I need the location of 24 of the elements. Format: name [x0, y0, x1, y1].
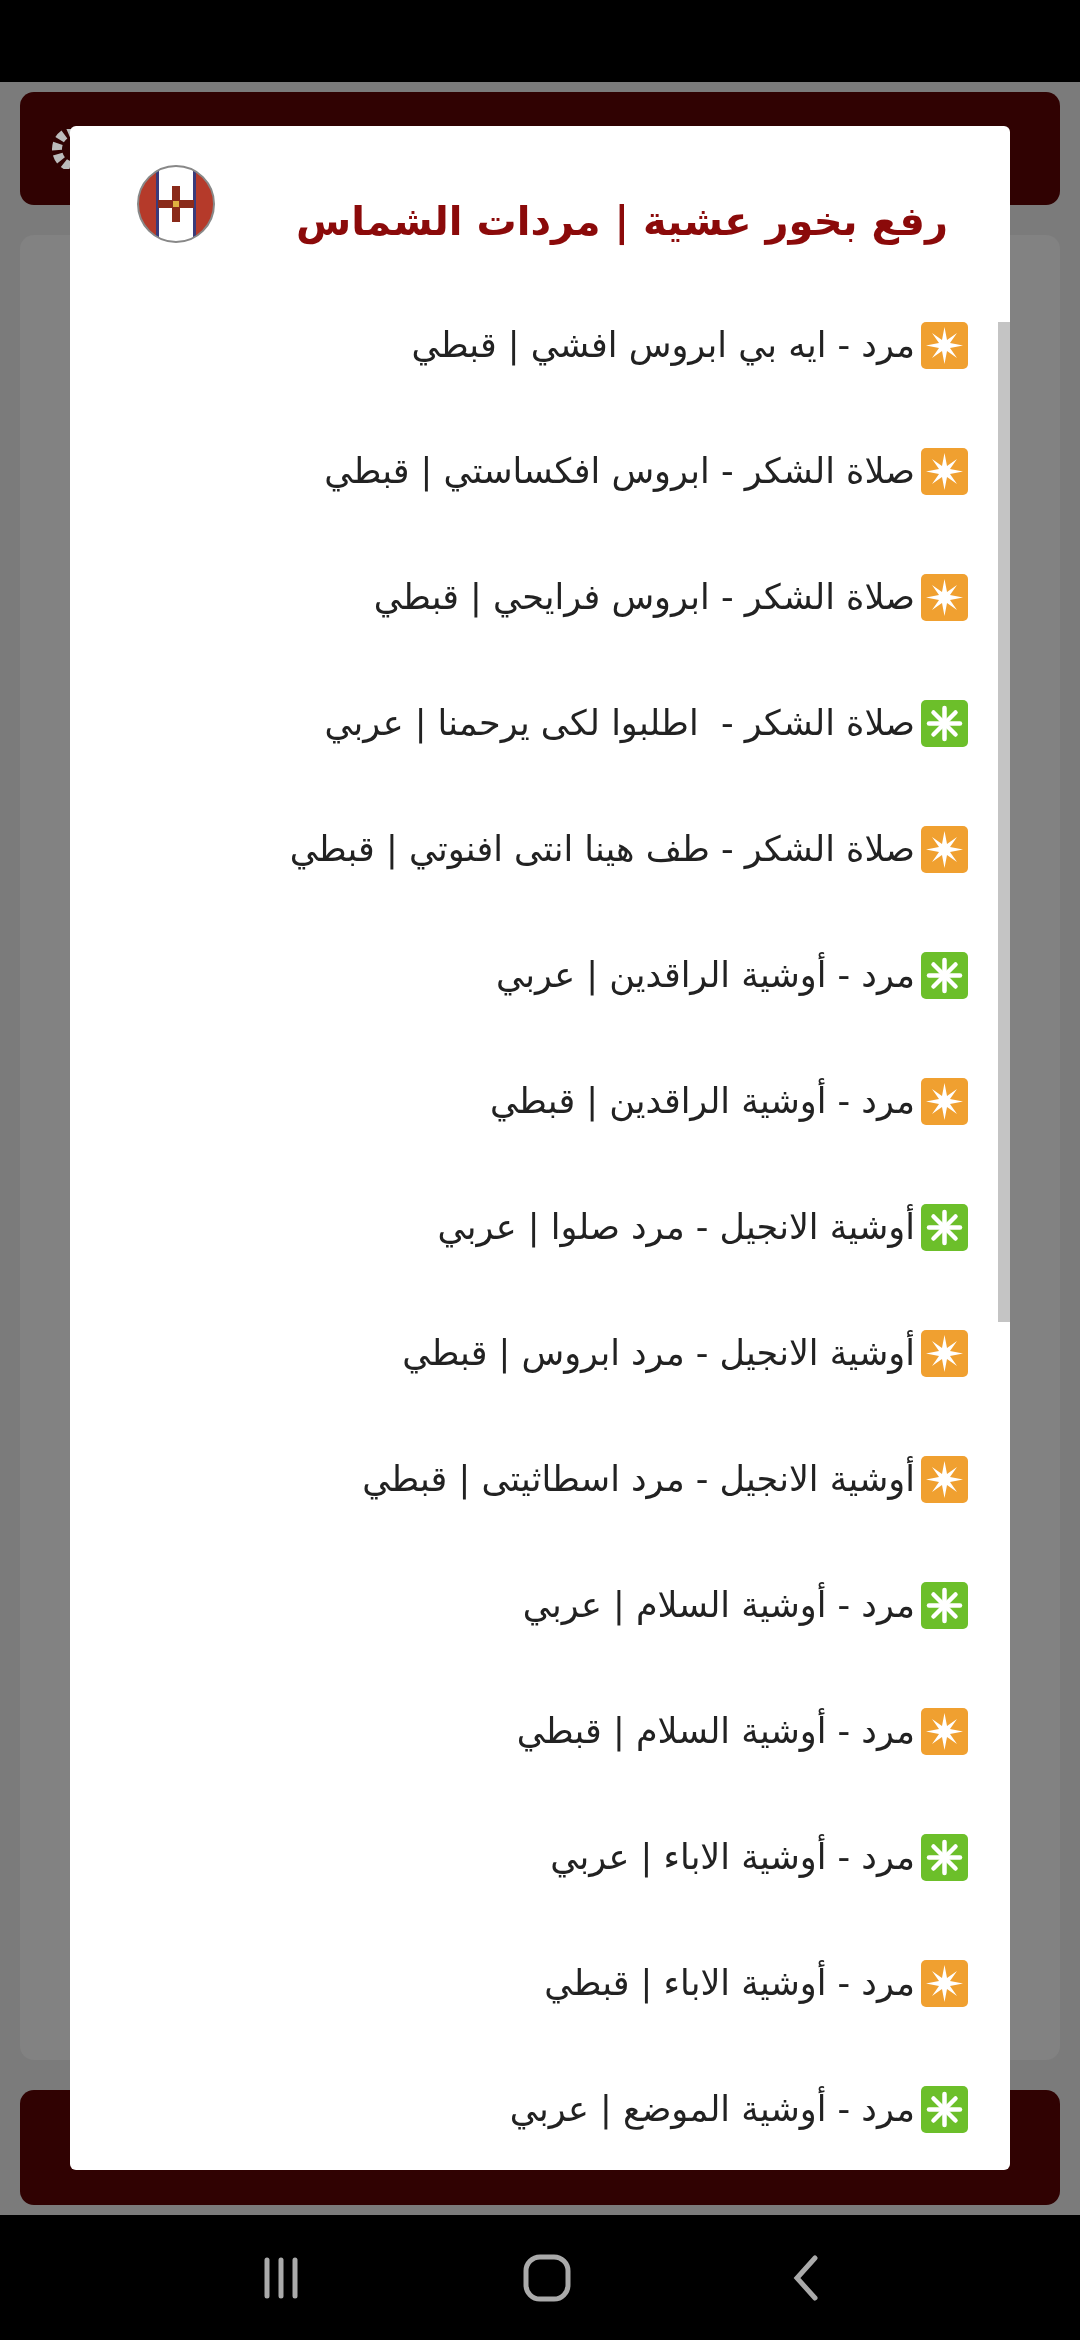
list-item[interactable]: أوشية الانجيل - مرد صلوا | عربي [437, 1203, 968, 1251]
item-label: صلاة الشكر - طف هينا انتى افنوتي | قبطي [289, 829, 915, 869]
list-item[interactable]: صلاة الشكر - طف هينا انتى افنوتي | قبطي [289, 825, 968, 873]
list-item[interactable]: مرد - أوشية الاباء | عربي [550, 1833, 968, 1881]
item-label: صلاة الشكر - اطلبوا لكى يرحمنا | عربي [324, 703, 915, 743]
list-item[interactable]: مرد - أوشية الموضع | عربي [509, 2085, 968, 2133]
list-item[interactable]: مرد - أوشية الراقدين | عربي [496, 951, 968, 999]
dialog-title: رفع بخور عشية | مردات الشماس [296, 197, 948, 244]
list-item[interactable]: أوشية الانجيل - مرد اسطاثيتى | قبطي [362, 1455, 968, 1503]
cross-emblem-icon [136, 164, 216, 244]
list-item[interactable]: مرد - أوشية السلام | قبطي [516, 1707, 968, 1755]
list-item[interactable]: مرد - أوشية السلام | عربي [522, 1581, 968, 1629]
list-item[interactable]: صلاة الشكر - ابروس فرايحي | قبطي [373, 573, 968, 621]
item-label: صلاة الشكر - ابروس افكساستي | قبطي [324, 451, 915, 491]
list-item[interactable]: مرد - أوشية الراقدين | قبطي [489, 1077, 968, 1125]
scrollbar[interactable] [998, 322, 1010, 1322]
list-item[interactable]: مرد - أوشية الاباء | قبطي [544, 1959, 968, 2007]
list-item[interactable]: مرد - ايه بي ابروس افشي | قبطي [411, 321, 968, 369]
list-item[interactable]: أوشية الانجيل - مرد ابروس | قبطي [402, 1329, 968, 1377]
home-icon[interactable] [522, 2252, 572, 2303]
item-label: صلاة الشكر - ابروس فرايحي | قبطي [373, 577, 915, 617]
list-item[interactable]: صلاة الشكر - اطلبوا لكى يرحمنا | عربي [324, 699, 968, 747]
list-item[interactable]: صلاة الشكر - ابروس افكساستي | قبطي [324, 447, 968, 495]
item-label: مرد - ايه بي ابروس افشي | قبطي [411, 325, 915, 365]
